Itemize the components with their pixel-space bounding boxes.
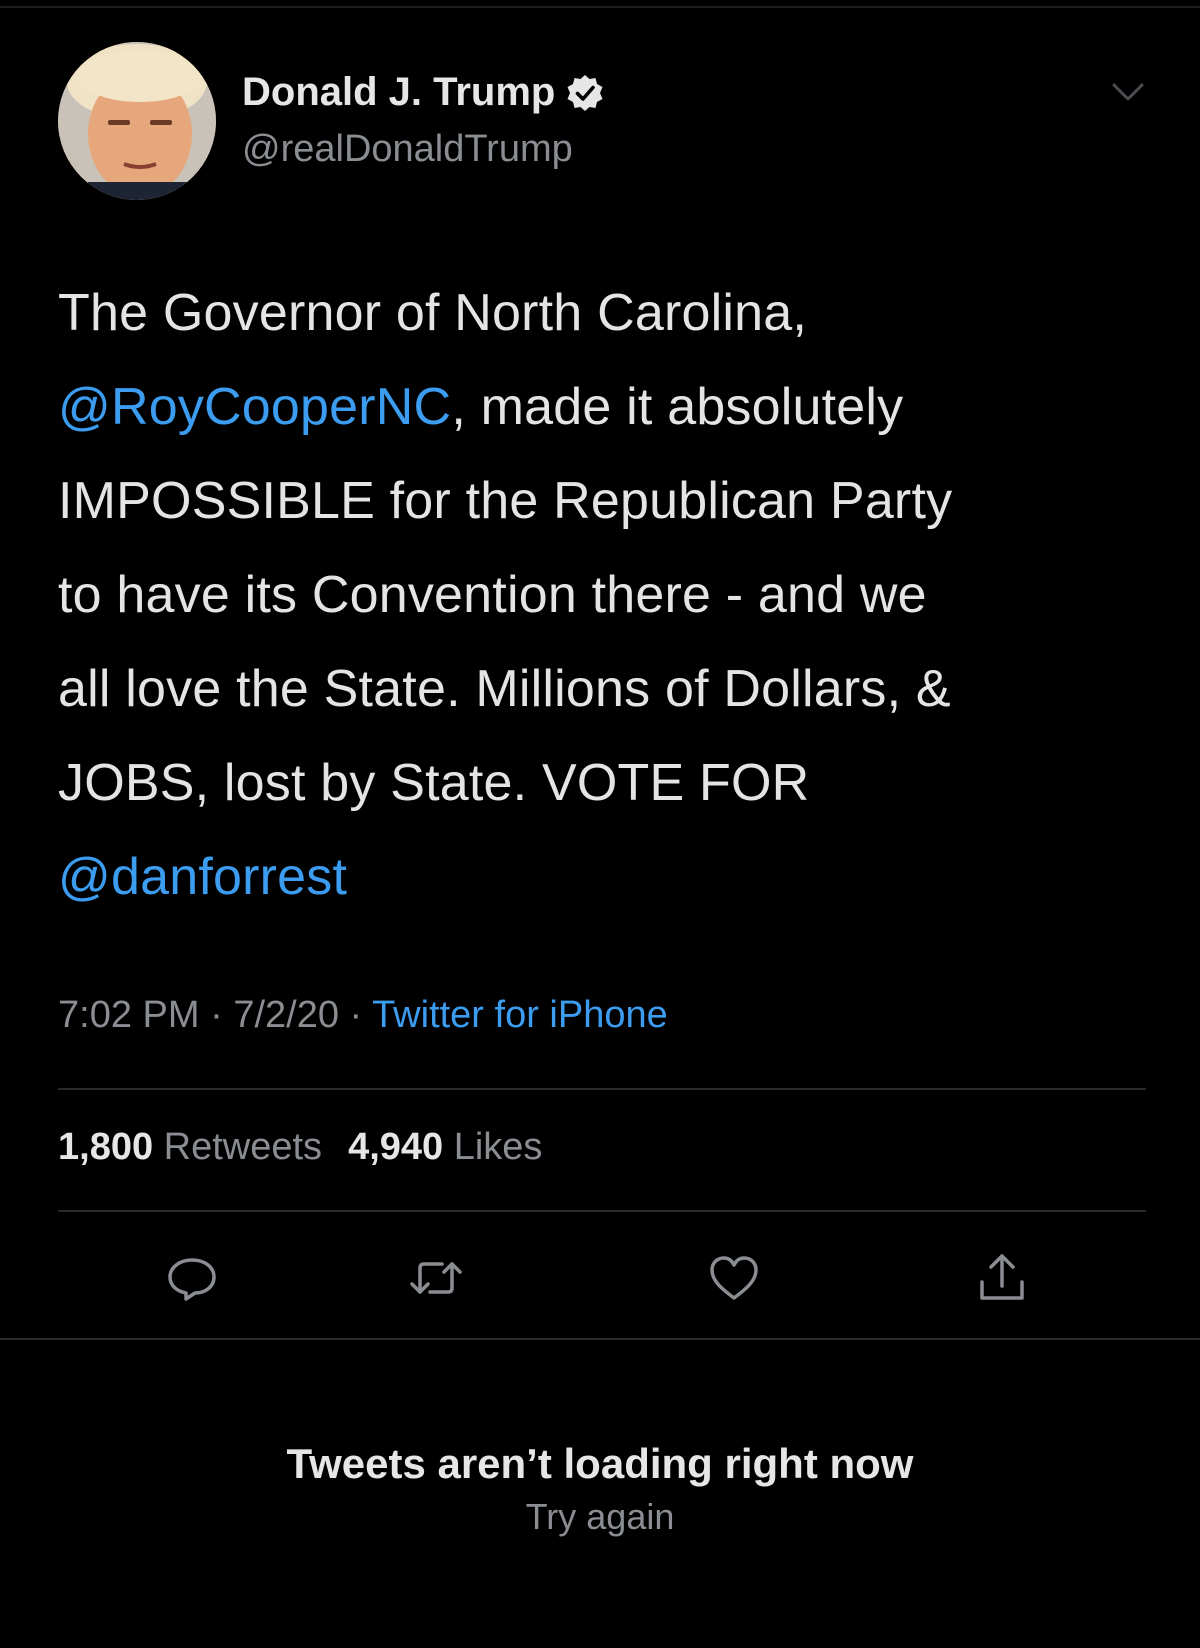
tweet-source-link[interactable]: Twitter for iPhone	[372, 994, 668, 1036]
try-again-link[interactable]: Try again	[0, 1496, 1200, 1538]
reply-icon	[168, 1258, 216, 1301]
tweet-text-line: all love the State. Millions of Dollars,…	[58, 642, 1168, 736]
tweet-text-segment: to have its Convention there - and we	[58, 566, 927, 624]
share-button[interactable]	[972, 1248, 1032, 1308]
retweet-button[interactable]	[406, 1248, 466, 1308]
retweets-label: Retweets	[163, 1126, 323, 1168]
mention-link[interactable]: @danforrest	[58, 848, 347, 906]
error-message: Tweets aren’t loading right now	[286, 1440, 914, 1487]
tweet-text-line: IMPOSSIBLE for the Republican Party	[58, 454, 1168, 548]
tweet-meta: 7:02 PM · 7/2/20 · Twitter for iPhone	[58, 994, 668, 1037]
author-name[interactable]: Donald J. Trump	[242, 70, 555, 115]
avatar[interactable]	[58, 42, 216, 200]
meta-separator: ·	[199, 994, 234, 1036]
tweet-text-segment: , made it absolutely	[451, 378, 904, 436]
author-handle[interactable]: @realDonaldTrump	[242, 128, 573, 171]
retweets-stat[interactable]: 1,800 Retweets	[58, 1126, 322, 1168]
profile-photo-icon	[58, 42, 216, 200]
likes-stat[interactable]: 4,940 Likes	[348, 1126, 542, 1168]
retweets-count: 1,800	[58, 1126, 154, 1168]
tweet-text-segment: all love the State. Millions of Dollars,…	[58, 660, 951, 718]
reply-button[interactable]	[162, 1248, 222, 1308]
divider	[0, 1338, 1200, 1340]
tweet-text: The Governor of North Carolina, @RoyCoope…	[58, 266, 1168, 924]
tweet-text-line: @danforrest	[58, 830, 1168, 924]
likes-label: Likes	[453, 1126, 543, 1168]
tweet-text-segment: The Governor of North Carolina,	[58, 284, 807, 342]
tweet-detail-screen: Donald J. Trump @realDonaldTrump The Gov…	[0, 0, 1200, 1648]
divider	[58, 1210, 1146, 1212]
tweet-text-line: @RoyCooperNC, made it absolutely	[58, 360, 1168, 454]
retweet-icon	[410, 1262, 462, 1294]
divider	[58, 1088, 1146, 1090]
tweet-text-line: The Governor of North Carolina,	[58, 266, 1168, 360]
tweet-text-segment: JOBS, lost by State. VOTE FOR	[58, 754, 810, 812]
tweet-text-line: JOBS, lost by State. VOTE FOR	[58, 736, 1168, 830]
meta-separator: ·	[338, 994, 373, 1036]
top-divider	[0, 6, 1200, 8]
share-icon	[980, 1254, 1024, 1300]
author-name-row[interactable]: Donald J. Trump	[242, 70, 605, 115]
chevron-down-icon[interactable]	[1110, 80, 1146, 104]
verified-badge-icon	[567, 74, 603, 111]
like-button[interactable]	[704, 1248, 764, 1308]
tweet-text-segment: IMPOSSIBLE for the Republican Party	[58, 472, 953, 530]
likes-count: 4,940	[348, 1126, 444, 1168]
tweet-text-line: to have its Convention there - and we	[58, 548, 1168, 642]
tweet-stats: 1,800 Retweets 4,940 Likes	[58, 1126, 542, 1169]
mention-link[interactable]: @RoyCooperNC	[58, 378, 451, 436]
like-icon	[710, 1256, 758, 1300]
tweet-date: 7/2/20	[233, 994, 339, 1036]
tweet-time: 7:02 PM	[58, 994, 200, 1036]
